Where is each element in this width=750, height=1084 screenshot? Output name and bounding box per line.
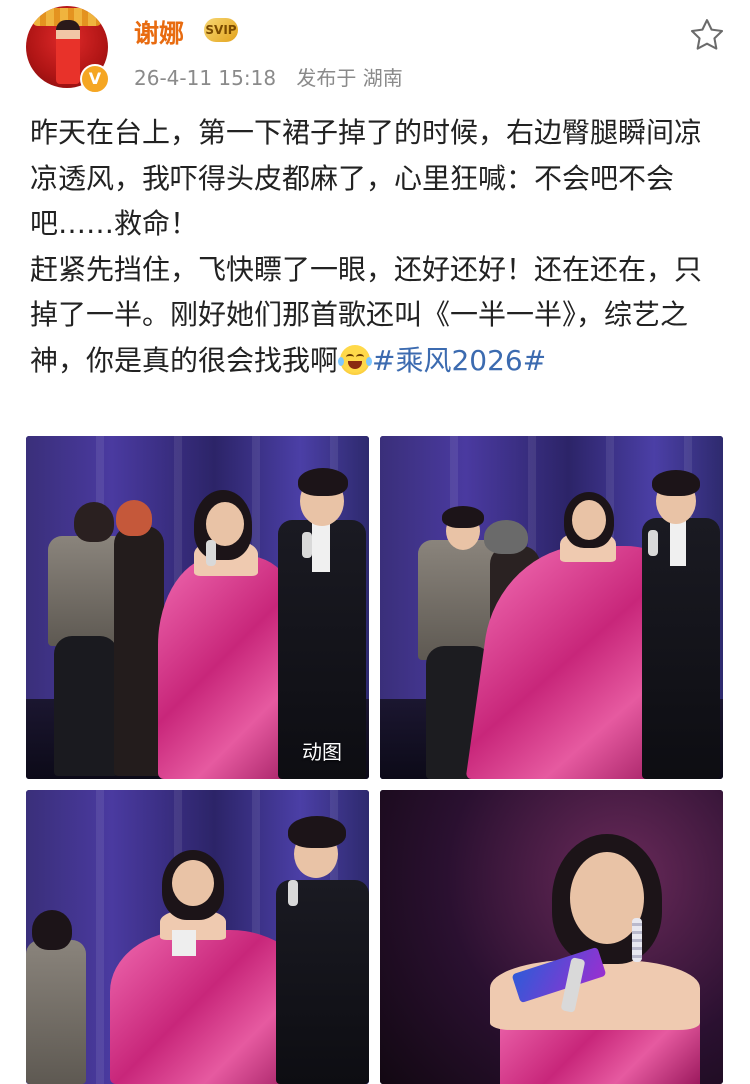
post-meta: 26-4-11 15:18 发布于 湖南 [134,62,417,91]
laugh-cry-emoji-icon [338,344,373,375]
post-image-4[interactable] [380,790,723,1084]
verified-icon: V [80,64,110,94]
post-image-2[interactable] [380,436,723,779]
post-location: 发布于 湖南 [296,66,403,90]
post-image-3[interactable] [26,790,369,1084]
vip-badge[interactable]: SVIP [204,18,238,42]
post-paragraph: 昨天在台上，第一下裙子掉了的时候，右边臀腿瞬间凉凉透风，我吓得头皮都麻了，心里狂… [30,116,703,240]
favorite-star-icon[interactable] [688,16,726,54]
post-body: 昨天在台上，第一下裙子掉了的时候，右边臀腿瞬间凉凉透风，我吓得头皮都麻了，心里狂… [30,110,720,383]
hashtag-link[interactable]: #乘风2026# [372,344,546,377]
post-paragraph: 赶紧先挡住，飞快瞟了一眼，还好还好！还在还在，只掉了一半。刚好她们那首歌还叫《一… [30,247,720,384]
post-timestamp: 26-4-11 15:18 [134,66,277,90]
username[interactable]: 谢娜 [134,14,184,50]
gif-badge: 动图 [302,740,342,764]
weibo-post: V 谢娜 SVIP 26-4-11 15:18 发布于 湖南 昨天在台上，第一下… [0,0,750,1084]
post-image-1[interactable] [26,436,369,779]
avatar-figure [56,20,80,84]
